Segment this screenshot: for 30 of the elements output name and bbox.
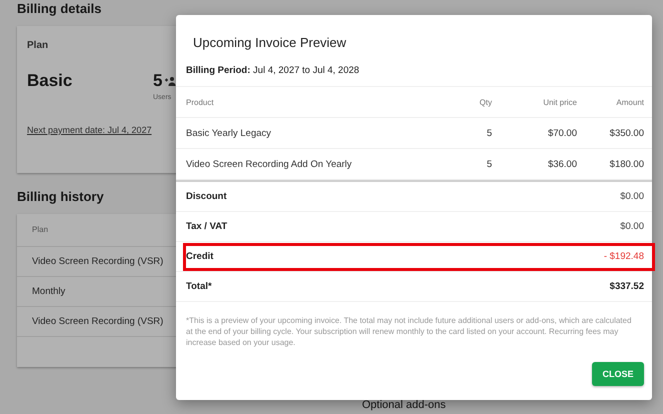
summary-label: Credit xyxy=(186,251,214,262)
add-user-icon[interactable] xyxy=(164,76,176,86)
table-cell-text: 5 xyxy=(486,128,492,138)
summary-value: - $192.48 xyxy=(604,251,644,262)
users-count: 5 xyxy=(153,71,162,91)
next-payment-link[interactable]: Next payment date: Jul 4, 2027 xyxy=(27,125,152,135)
column-header: Qty xyxy=(478,98,492,106)
table-cell-text: 5 xyxy=(486,158,492,170)
table-cell-text: $70.00 xyxy=(546,128,577,138)
plan-label: Plan xyxy=(27,40,48,51)
table-cell-text: Video Screen Recording Add On Yearly xyxy=(186,158,353,170)
table-cell-text: $36.00 xyxy=(546,158,577,170)
section-heading: Billing history xyxy=(17,189,104,204)
column-header: Amount xyxy=(615,98,644,106)
summary-label: Discount xyxy=(186,191,227,202)
summary-label: Total* xyxy=(186,281,212,292)
table-cell-text: $180.00 xyxy=(608,158,644,170)
plan-name: Basic xyxy=(27,71,74,92)
column-header: Product xyxy=(186,98,215,106)
summary-value: $0.00 xyxy=(620,221,644,232)
table-cell-text: $350.00 xyxy=(608,128,644,138)
section-heading: Billing details xyxy=(17,1,102,17)
summary-value: $337.52 xyxy=(610,281,644,292)
dialog-title: Upcoming Invoice Preview xyxy=(192,34,348,52)
section-heading: Optional add-ons xyxy=(362,399,446,411)
summary-value: $0.00 xyxy=(620,191,644,202)
billing-period: Billing Period: Jul 4, 2027 to Jul 4, 2028 xyxy=(185,65,360,78)
table-cell-text: Basic Yearly Legacy xyxy=(186,128,272,138)
summary-label: Tax / VAT xyxy=(186,221,228,232)
column-header: Unit price xyxy=(542,98,577,106)
